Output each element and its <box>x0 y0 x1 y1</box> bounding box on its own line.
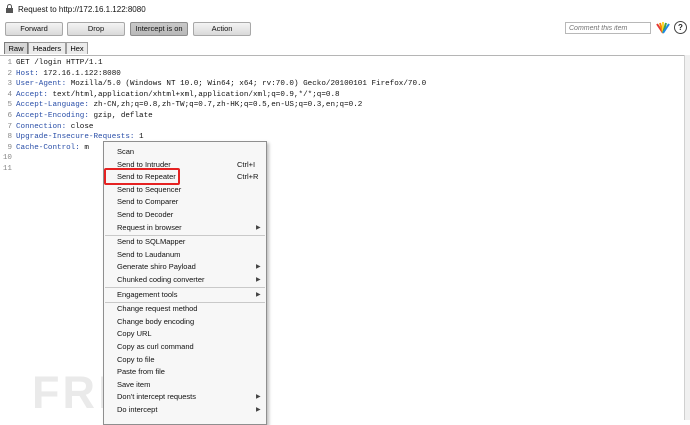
editor-scrollbar[interactable] <box>684 55 690 420</box>
header-name: Accept: <box>16 90 48 99</box>
submenu-arrow-icon: ▶ <box>256 264 261 271</box>
header-name: Upgrade-Insecure-Requests: <box>16 133 135 142</box>
menu-item-do-intercept[interactable]: Do intercept ▶ <box>104 404 266 416</box>
request-line: 4 Accept: text/html,application/xhtml+xml… <box>0 90 340 100</box>
action-button[interactable]: Action <box>193 22 251 36</box>
menu-item-send-to-laudanum[interactable]: Send to Laudanum <box>104 249 266 261</box>
line-number: 3 <box>7 80 12 89</box>
menu-item-paste-from-file[interactable]: Paste from file <box>104 366 266 378</box>
header-value: Mozilla/5.0 (Windows NT 10.0; Win64; x64… <box>66 80 427 89</box>
submenu-arrow-icon: ▶ <box>256 277 261 283</box>
menu-item-label: Send to Laudanum <box>117 249 181 259</box>
highlight-color-icon[interactable] <box>656 21 670 35</box>
drop-button[interactable]: Drop <box>67 22 125 36</box>
menu-item-label: Chunked coding converter <box>117 275 205 284</box>
header-value: m <box>79 143 89 152</box>
forward-button[interactable]: Forward <box>5 22 63 36</box>
lock-icon <box>6 4 13 13</box>
tab-headers[interactable]: Headers <box>28 42 66 54</box>
header-name: Accept-Encoding: <box>16 112 89 120</box>
request-line: 7 Connection: close <box>0 122 93 132</box>
request-title: Request to http://172.16.1.122:8080 <box>18 5 146 14</box>
header-value: close <box>66 122 94 131</box>
header-value: GET /login HTTP/1.1 <box>16 59 103 67</box>
line-number: 2 <box>7 69 12 78</box>
menu-item-label: Don't intercept requests <box>117 392 196 402</box>
menu-item-label: Paste from file <box>117 367 165 377</box>
header-name: Cache-Control: <box>16 143 80 152</box>
menu-item-label: Send to SQLMapper <box>117 237 186 247</box>
header-value: 172.16.1.122:8080 <box>38 69 121 78</box>
menu-item-save-item[interactable]: Save item <box>104 379 266 391</box>
menu-item-engagement-tools[interactable]: Engagement tools ▶ <box>104 289 266 301</box>
header-value: text/html,application/xhtml+xml,applicat… <box>47 90 340 99</box>
line-number: 7 <box>7 122 12 131</box>
menu-item-change-body-encoding[interactable]: Change body encoding <box>104 316 266 328</box>
request-line: 10 <box>0 153 16 163</box>
menu-item-don-t-intercept-requests[interactable]: Don't intercept requests ▶ <box>104 391 266 403</box>
tab-hex[interactable]: Hex <box>66 42 88 54</box>
line-number: 5 <box>7 101 12 110</box>
menu-item-label: Send to Comparer <box>117 197 179 207</box>
menu-item-label: Do intercept <box>117 405 158 414</box>
menu-item-label: Request in browser <box>117 222 182 232</box>
tab-raw[interactable]: Raw <box>4 42 28 54</box>
submenu-arrow-icon: ▶ <box>256 291 261 298</box>
menu-item-generate-shiro-payload[interactable]: Generate shiro Payload ▶ <box>104 261 266 273</box>
request-line: 11 <box>0 164 16 174</box>
request-line: 6 Accept-Encoding: gzip, deflate <box>0 111 153 121</box>
menu-item-label: Scan <box>117 147 135 156</box>
menu-item-copy-url[interactable]: Copy URL <box>104 328 266 340</box>
highlight-annotation-box <box>104 168 180 185</box>
menu-item-shortcut: Ctrl+I <box>237 159 256 169</box>
menu-item-send-to-decoder[interactable]: Send to Decoder <box>104 209 266 221</box>
header-value: 1 <box>134 133 144 142</box>
request-header: Request to http://172.16.1.122:8080 <box>0 0 690 22</box>
help-icon[interactable]: ? <box>674 21 687 34</box>
request-line: 2 Host: 172.16.1.122:8080 <box>0 69 121 79</box>
intercept-toggle-button[interactable]: Intercept is on <box>130 22 188 36</box>
menu-item-shortcut: Ctrl+R <box>237 172 259 182</box>
submenu-arrow-icon: ▶ <box>256 394 261 401</box>
request-line: 9 Cache-Control: m <box>0 143 89 153</box>
request-line: 1 GET /login HTTP/1.1 <box>0 58 103 68</box>
submenu-arrow-icon: ▶ <box>256 407 261 413</box>
header-name: Host: <box>16 69 39 78</box>
menu-item-send-to-comparer[interactable]: Send to Comparer <box>104 196 266 208</box>
menu-item-scan[interactable]: Scan <box>104 146 266 158</box>
menu-item-chunked-coding-converter[interactable]: Chunked coding converter ▶ <box>104 274 266 286</box>
menu-item-label: Change request method <box>117 304 198 314</box>
request-line: 5 Accept-Language: zh-CN,zh;q=0.8,zh-TW;q… <box>0 100 362 110</box>
line-number: 1 <box>7 59 12 67</box>
header-name: Accept-Language: <box>16 101 89 110</box>
line-number: 8 <box>7 133 12 142</box>
menu-item-label: Send to Decoder <box>117 210 174 219</box>
menu-item-copy-to-file[interactable]: Copy to file <box>104 354 266 366</box>
menu-item-send-to-sequencer[interactable]: Send to Sequencer <box>104 184 266 196</box>
menu-item-label: Save item <box>117 379 151 389</box>
submenu-arrow-icon: ▶ <box>256 224 261 231</box>
header-name: User-Agent: <box>16 80 67 89</box>
line-number: 9 <box>7 143 12 152</box>
menu-item-label: Send to Sequencer <box>117 184 182 194</box>
header-name: Connection: <box>16 122 67 131</box>
line-number: 4 <box>7 90 12 99</box>
menu-item-label: Copy as curl command <box>117 342 194 351</box>
line-number: 6 <box>7 112 12 120</box>
menu-item-label: Generate shiro Payload <box>117 262 196 272</box>
menu-item-label: Engagement tools <box>117 289 178 299</box>
header-value: gzip, deflate <box>88 112 153 120</box>
comment-input[interactable] <box>565 22 651 34</box>
menu-item-change-request-method[interactable]: Change request method <box>104 303 266 315</box>
line-number: 11 <box>2 165 12 173</box>
menu-item-label: Copy URL <box>117 329 152 339</box>
header-value: zh-CN,zh;q=0.8,zh-TW;q=0.7,zh-HK;q=0.5,e… <box>88 101 363 110</box>
menu-item-label: Copy to file <box>117 354 155 364</box>
line-number: 10 <box>2 154 12 163</box>
menu-item-copy-as-curl-command[interactable]: Copy as curl command <box>104 341 266 353</box>
request-line: 3 User-Agent: Mozilla/5.0 (Windows NT 10.… <box>0 79 426 89</box>
menu-item-request-in-browser[interactable]: Request in browser ▶ <box>104 222 266 234</box>
menu-item-label: Change body encoding <box>117 316 195 326</box>
menu-item-send-to-sqlmapper[interactable]: Send to SQLMapper <box>104 236 266 248</box>
